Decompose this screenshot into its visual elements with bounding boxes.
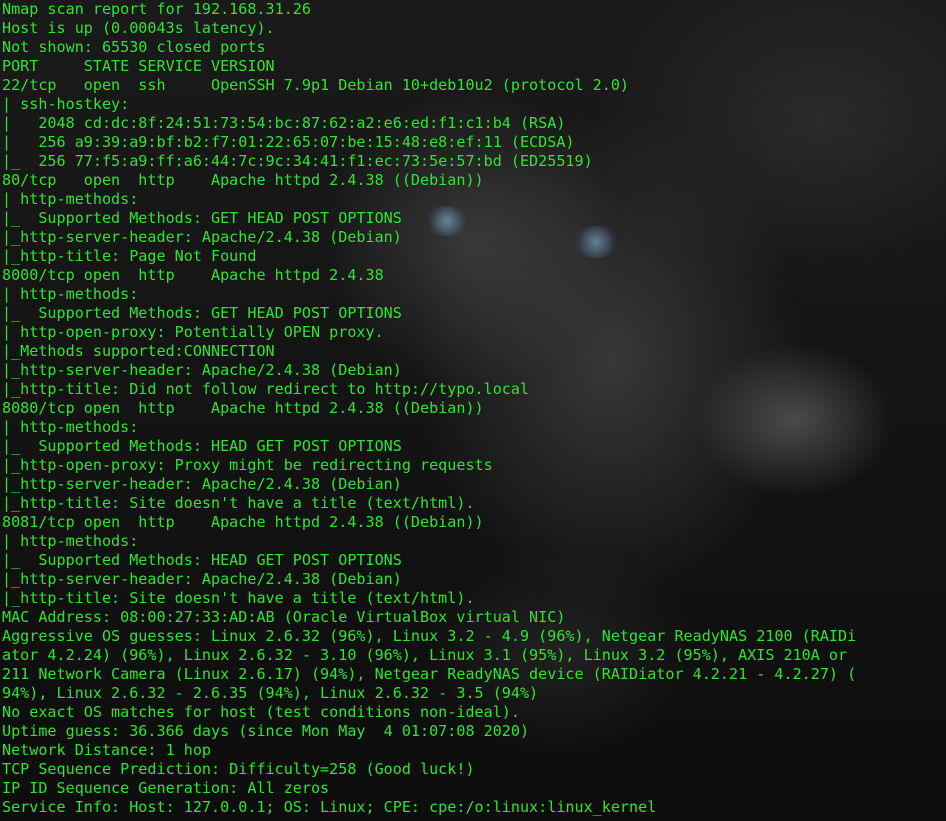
terminal-line: ator 4.2.24) (96%), Linux 2.6.32 - 3.10 … [2, 646, 848, 664]
terminal-line: Nmap scan report for 192.168.31.26 [2, 0, 311, 18]
terminal-line: MAC Address: 08:00:27:33:AD:AB (Oracle V… [2, 608, 566, 626]
terminal-line: 8081/tcp open http Apache httpd 2.4.38 (… [2, 513, 484, 531]
terminal-line: |_ Supported Methods: HEAD GET POST OPTI… [2, 551, 402, 569]
terminal-line: Host is up (0.00043s latency). [2, 19, 275, 37]
terminal-line: |_http-open-proxy: Proxy might be redire… [2, 456, 493, 474]
terminal-line: |_ Supported Methods: GET HEAD POST OPTI… [2, 304, 402, 322]
terminal-line: |_http-title: Did not follow redirect to… [2, 380, 530, 398]
terminal-line: 94%), Linux 2.6.32 - 2.6.35 (94%), Linux… [2, 684, 539, 702]
terminal-line: |_ Supported Methods: HEAD GET POST OPTI… [2, 437, 402, 455]
terminal-line: Network Distance: 1 hop [2, 741, 212, 759]
terminal-line: 22/tcp open ssh OpenSSH 7.9p1 Debian 10+… [2, 76, 630, 94]
terminal-line: Service Info: Host: 127.0.0.1; OS: Linux… [2, 798, 657, 816]
terminal-line: | http-methods: [2, 190, 139, 208]
terminal-output[interactable]: Nmap scan report for 192.168.31.26 Host i… [2, 0, 942, 821]
terminal-line: IP ID Sequence Generation: All zeros [2, 779, 330, 797]
terminal-line: |_http-title: Site doesn't have a title … [2, 589, 475, 607]
terminal-line: | http-methods: [2, 285, 139, 303]
terminal-line: 8080/tcp open http Apache httpd 2.4.38 (… [2, 399, 484, 417]
terminal-line: 80/tcp open http Apache httpd 2.4.38 ((D… [2, 171, 484, 189]
terminal-line: |_ Supported Methods: GET HEAD POST OPTI… [2, 209, 402, 227]
terminal-line: |_http-title: Page Not Found [2, 247, 257, 265]
terminal-line: |_http-title: Site doesn't have a title … [2, 494, 475, 512]
terminal-line: TCP Sequence Prediction: Difficulty=258 … [2, 760, 475, 778]
terminal-line: |_http-server-header: Apache/2.4.38 (Deb… [2, 475, 402, 493]
terminal-line: | ssh-hostkey: [2, 95, 130, 113]
terminal-line: |_ 256 77:f5:a9:ff:a6:44:7c:9c:34:41:f1:… [2, 152, 593, 170]
terminal-line: |_http-server-header: Apache/2.4.38 (Deb… [2, 361, 402, 379]
terminal-line: | http-open-proxy: Potentially OPEN prox… [2, 323, 384, 341]
terminal-line: PORT STATE SERVICE VERSION [2, 57, 275, 75]
terminal-line: |_http-server-header: Apache/2.4.38 (Deb… [2, 228, 402, 246]
terminal-line: | 2048 cd:dc:8f:24:51:73:54:bc:87:62:a2:… [2, 114, 566, 132]
terminal-line: |_Methods supported:CONNECTION [2, 342, 275, 360]
terminal-line: Uptime guess: 36.366 days (since Mon May… [2, 722, 530, 740]
terminal-line: |_http-server-header: Apache/2.4.38 (Deb… [2, 570, 402, 588]
terminal-line: | http-methods: [2, 418, 139, 436]
terminal-line: 211 Network Camera (Linux 2.6.17) (94%),… [2, 665, 857, 683]
terminal-line: No exact OS matches for host (test condi… [2, 703, 520, 721]
terminal-line: | 256 a9:39:a9:bf:b2:f7:01:22:65:07:be:1… [2, 133, 575, 151]
terminal-line: 8000/tcp open http Apache httpd 2.4.38 [2, 266, 384, 284]
terminal-line: | http-methods: [2, 532, 139, 550]
terminal-line: Aggressive OS guesses: Linux 2.6.32 (96%… [2, 627, 857, 645]
terminal-line: Not shown: 65530 closed ports [2, 38, 266, 56]
